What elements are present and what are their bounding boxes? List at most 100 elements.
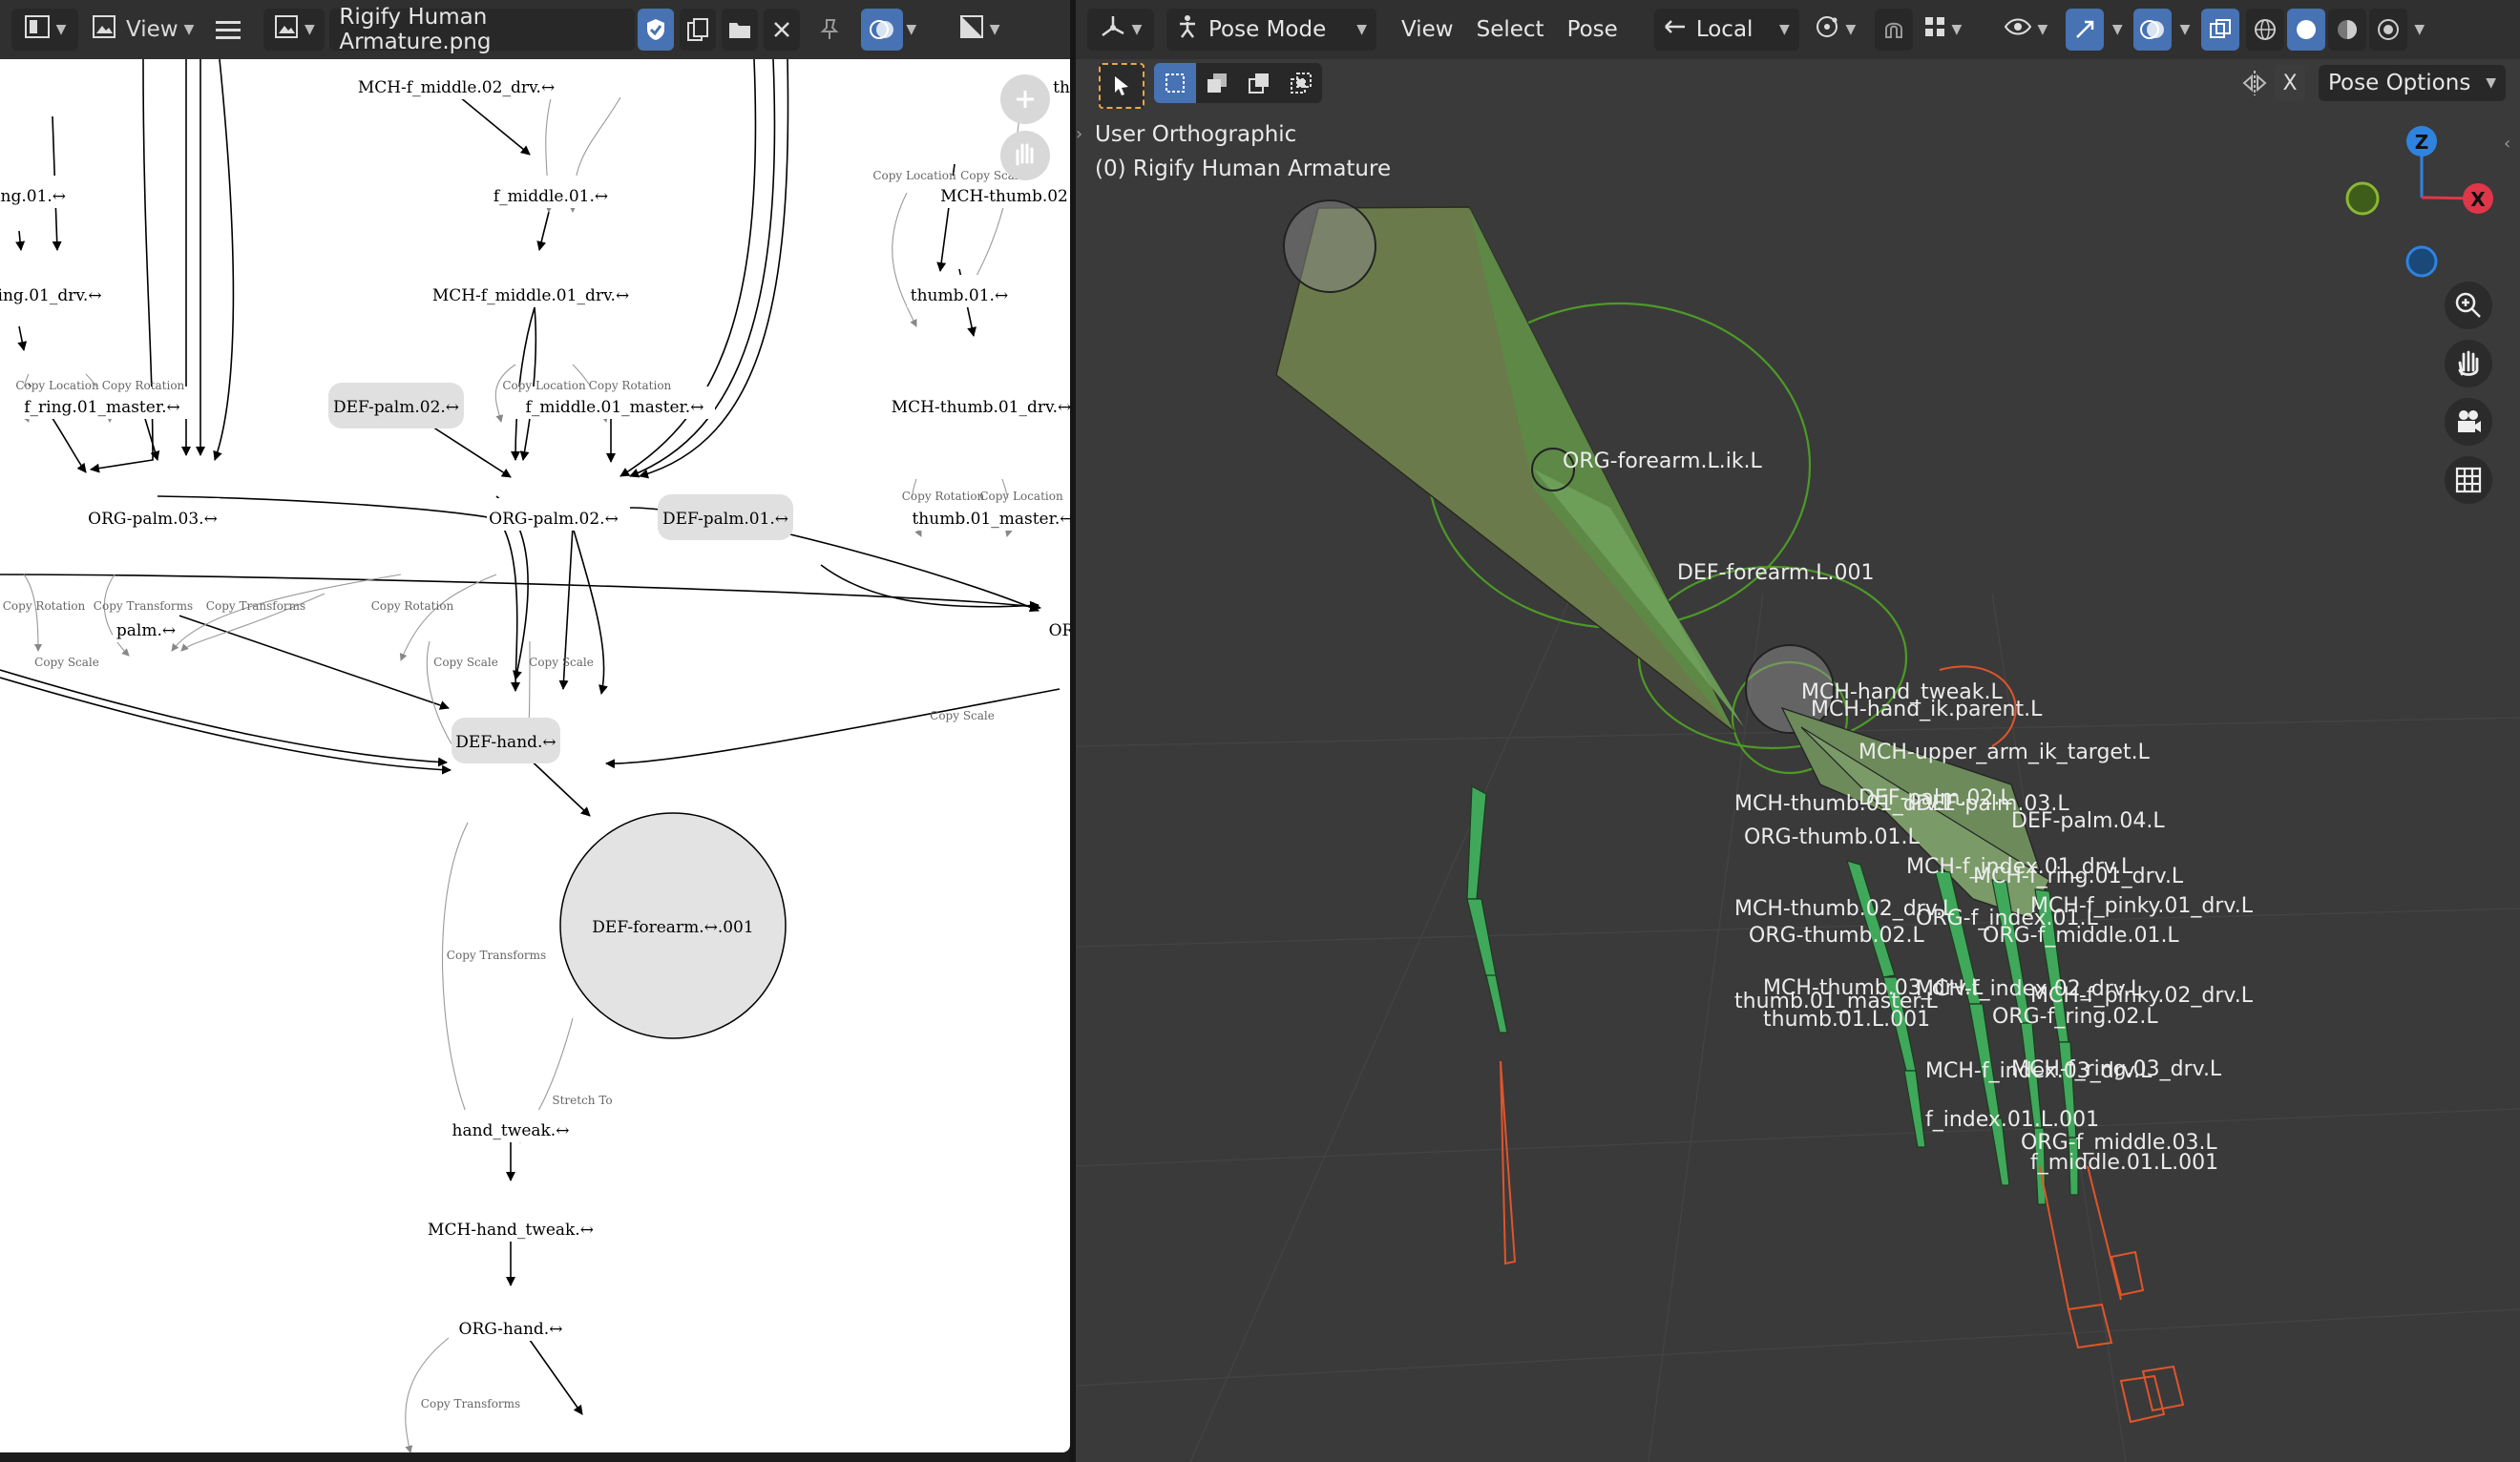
graph-node-f-middle-01: f_middle.01.↔	[484, 176, 618, 208]
display-channels-button[interactable]: ▼	[951, 9, 1008, 51]
graph-node-org-cut: OR	[1047, 610, 1070, 642]
bone-head-joint	[1283, 199, 1376, 293]
graph-node-label: OR	[1049, 621, 1070, 640]
graph-node-def-forearm-001: DEF-forearm.↔.001	[559, 812, 787, 1039]
navigation-gizmo[interactable]: Z X	[2336, 115, 2508, 286]
hamburger-menu-icon[interactable]	[207, 9, 249, 51]
graph-canvas: MCH-f_middle.02_drv.↔ ring.01.↔ f_middle.0…	[0, 59, 1070, 1452]
graph-node-label: DEF-hand.↔	[455, 733, 556, 752]
3d-viewport[interactable]: ORG-forearm.L.ik.L DEF-forearm.L.001 MCH-h…	[1076, 59, 2520, 1462]
graph-edge-label: Copy Transforms	[447, 949, 546, 962]
viewport-header: ▼ Pose Mode ▼ View Select Pose Local ▼ ▼	[1076, 0, 2520, 60]
select-extend-icon[interactable]	[1196, 63, 1238, 103]
bone-label-mch-upper-arm-ik-target: MCH-upper_arm_ik_target.L	[1858, 741, 2151, 764]
graph-node-label: th	[1053, 78, 1070, 97]
gizmo-dropdown-icon[interactable]: ▼	[906, 22, 916, 37]
graph-edge-label: Copy Rotation	[589, 379, 672, 392]
shading-dropdown-icon[interactable]: ▼	[2414, 22, 2425, 37]
zoom-magnifier-icon[interactable]	[2445, 282, 2492, 329]
chevron-down-icon: ▼	[1845, 22, 1857, 37]
image-name-text: Rigify Human Armature.png	[339, 5, 492, 54]
open-folder-icon[interactable]	[722, 9, 759, 51]
fake-user-shield-icon[interactable]	[638, 9, 675, 51]
pan-hand-icon[interactable]	[1000, 131, 1050, 180]
rendered-shading-icon[interactable]	[2369, 9, 2408, 51]
editor-type-button[interactable]: ▼	[11, 9, 78, 51]
camera-view-icon[interactable]	[2445, 398, 2492, 446]
select-menu[interactable]: Select	[1465, 17, 1556, 42]
mirror-x-icon[interactable]	[2238, 67, 2271, 99]
snap-target-button[interactable]: ▼	[1919, 9, 1968, 51]
graph-edge-label: Copy Rotation	[371, 599, 454, 613]
editor-type-button[interactable]: ▼	[1087, 9, 1154, 51]
snap-toggle-magnet-icon[interactable]	[1874, 9, 1913, 51]
graph-node-org-hand: ORG-hand.↔	[458, 1308, 563, 1341]
ortho-grid-toggle-icon[interactable]	[2445, 456, 2492, 504]
bone-label-org-thumb-01-l: ORG-thumb.01.L	[1744, 825, 1920, 849]
graph-edge-label: Copy Transforms	[421, 1397, 520, 1410]
chevron-down-icon: ▼	[2037, 22, 2048, 37]
gizmo-dropdown-icon[interactable]: ▼	[2112, 22, 2123, 37]
select-tool-cursor-icon[interactable]	[1099, 63, 1144, 109]
mode-selector[interactable]: Pose Mode ▼	[1166, 9, 1376, 51]
bone-label-mch-hand-ik-parent: MCH-hand_ik.parent.L	[1811, 698, 2043, 721]
view-name-text: User Orthographic	[1095, 122, 1297, 147]
selection-mode-group	[1154, 63, 1322, 103]
material-preview-icon[interactable]	[2328, 9, 2367, 51]
graph-edge-label: Copy Location	[979, 490, 1063, 503]
gizmo-neg-z-axis-icon[interactable]	[2405, 245, 2438, 278]
image-editor-area: ▼ View ▼ ▼ Rigify Human Armature.png ▼ ▼…	[0, 0, 1070, 1462]
bone-label-mch-f-ring-01-drv: MCH-f_ring.01_drv.L	[1973, 865, 2184, 888]
pan-hand-icon[interactable]	[2445, 340, 2492, 387]
wireframe-shading-icon[interactable]	[2246, 9, 2285, 51]
mirror-x-toggle[interactable]: X	[2275, 65, 2305, 101]
image-name-field[interactable]: Rigify Human Armature.png	[329, 5, 636, 54]
toolbar-expand-arrow-icon[interactable]: ›	[1076, 124, 1082, 144]
overlays-dropdown-icon[interactable]: ▼	[2180, 22, 2191, 37]
chevron-down-icon: ▼	[55, 22, 67, 37]
gizmo-neg-y-axis-icon[interactable]	[2345, 181, 2380, 216]
graph-node-mch-f-middle-02-drv: MCH-f_middle.02_drv.↔	[351, 67, 561, 99]
graph-node-label: f_middle.01_master.↔	[526, 398, 704, 417]
select-subtract-icon[interactable]	[1238, 63, 1280, 103]
pivot-icon	[1815, 14, 1839, 45]
view-menu[interactable]: View	[1390, 17, 1465, 42]
graph-node-label: ORG-hand.↔	[459, 1320, 563, 1339]
visibility-button[interactable]: ▼	[1998, 9, 2055, 51]
solid-shading-icon[interactable]	[2287, 9, 2326, 51]
chevron-down-icon: ▼	[183, 22, 195, 37]
graph-node-palm: palm.↔	[113, 610, 179, 642]
graph-node-label: hand_tweak.↔	[452, 1121, 570, 1140]
graph-node-label: MCH-thumb.02	[940, 187, 1068, 206]
show-overlays-icon[interactable]	[2132, 9, 2172, 51]
pivot-point-button[interactable]: ▼	[1807, 9, 1864, 51]
graph-nodes: MCH-f_middle.02_drv.↔ ring.01.↔ f_middle.0…	[0, 67, 1070, 1341]
select-intersect-icon[interactable]	[1280, 63, 1322, 103]
graph-node-def-palm-01: DEF-palm.01.↔	[658, 494, 793, 540]
image-view-icon	[92, 14, 116, 45]
graph-node-label: ORG-palm.03.↔	[88, 510, 218, 529]
pose-menu[interactable]: Pose	[1556, 17, 1629, 42]
bone-label-org-f-ring-02: ORG-f_ring.02.L	[1992, 1005, 2158, 1029]
chevron-down-icon: ▼	[1131, 22, 1143, 37]
graph-node-label: thumb.01_master.↔	[912, 510, 1070, 529]
view-menu[interactable]: View ▼	[84, 9, 201, 51]
browse-image-button[interactable]: ▼	[263, 9, 326, 51]
graph-node-org-palm-03: ORG-palm.03.↔	[86, 498, 220, 531]
graph-edge-label: Copy Location	[502, 379, 586, 392]
gizmo-toggle-icon[interactable]	[861, 9, 904, 51]
select-new-icon[interactable]	[1154, 63, 1196, 103]
pose-mode-icon	[1176, 14, 1199, 45]
graph-node-org-palm-02: ORG-palm.02.↔	[487, 498, 620, 531]
xray-toggle-icon[interactable]	[2201, 9, 2240, 51]
bone-label-f-index-01-l-001: f_index.01.L.001	[1925, 1108, 2099, 1132]
graph-node-hand-tweak: hand_tweak.↔	[449, 1110, 573, 1142]
pin-icon[interactable]	[808, 9, 850, 51]
duplicate-image-icon[interactable]	[680, 9, 717, 51]
pose-options-dropdown[interactable]: Pose Options ▼	[2319, 65, 2506, 101]
transform-orientation-dropdown[interactable]: Local ▼	[1653, 9, 1799, 51]
close-image-icon[interactable]	[764, 9, 801, 51]
graph-node-label: ORG-palm.02.↔	[489, 510, 619, 529]
show-gizmo-icon[interactable]	[2065, 9, 2104, 51]
display-channels-icon	[959, 14, 984, 45]
